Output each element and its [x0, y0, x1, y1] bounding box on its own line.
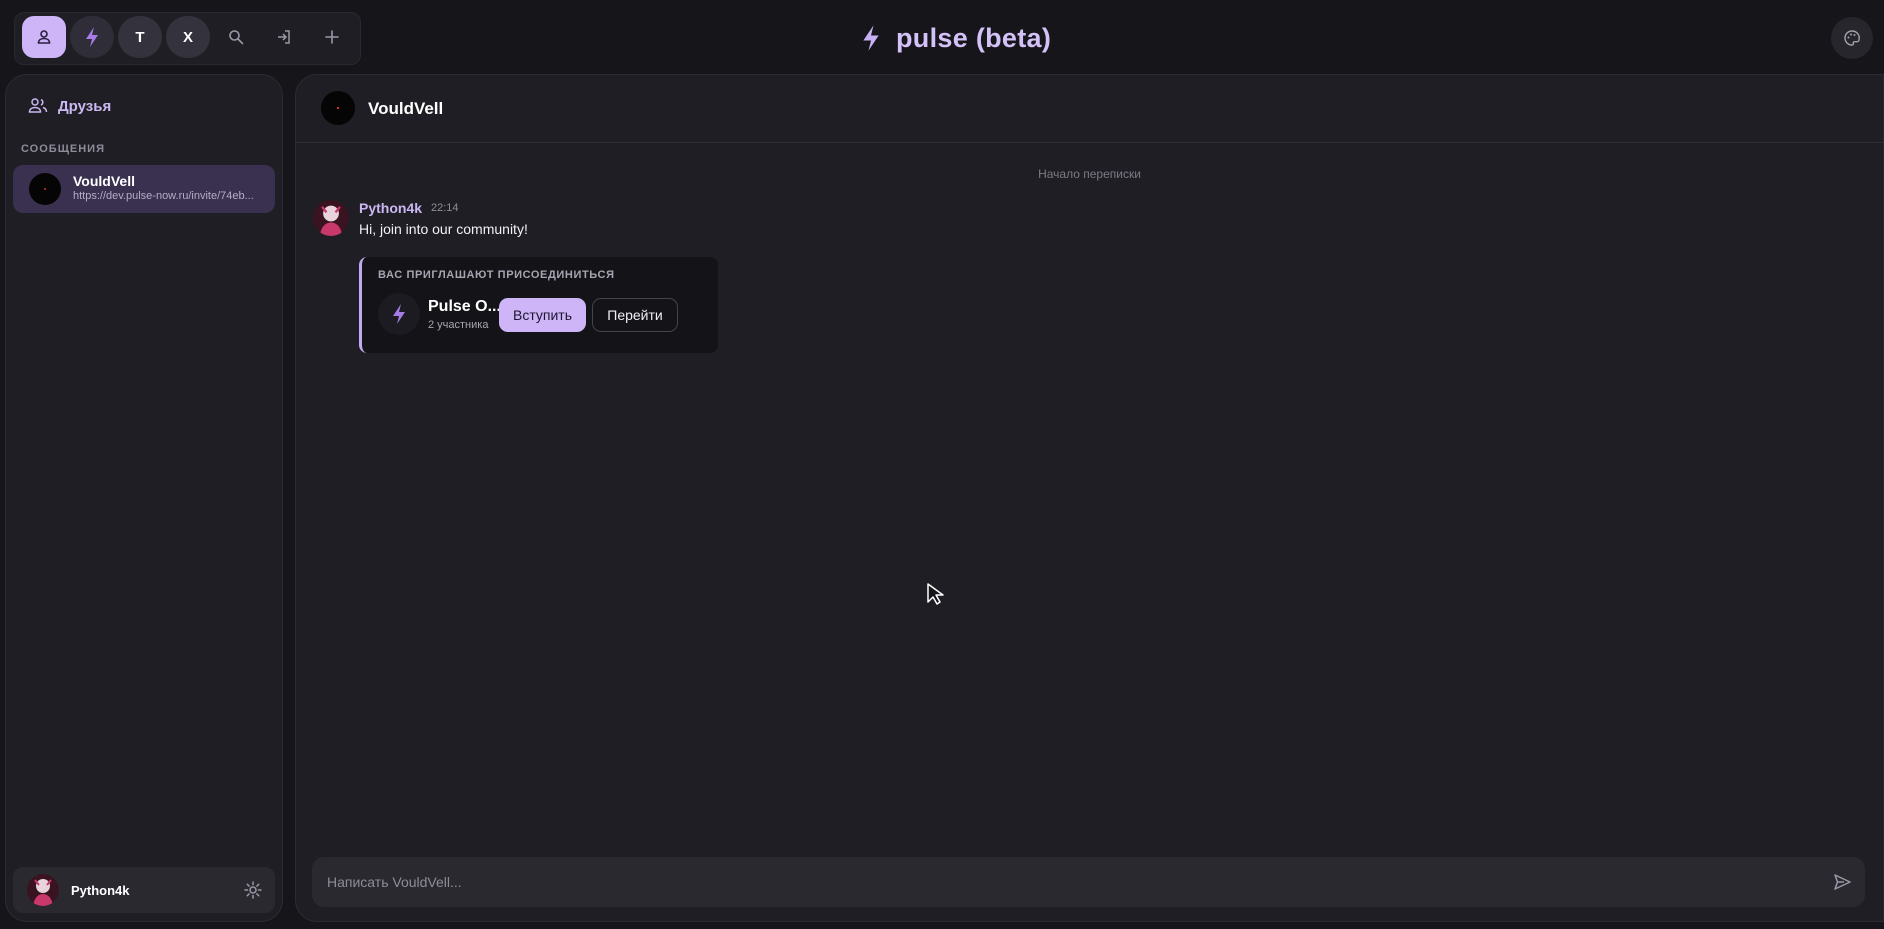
send-icon [1834, 874, 1851, 890]
user-name: Python4k [71, 883, 130, 898]
message-composer [312, 857, 1865, 907]
gear-icon [244, 881, 262, 899]
server-x-button[interactable]: X [166, 16, 210, 58]
avatar [29, 173, 61, 205]
invite-server-name: Pulse O... [428, 298, 501, 315]
search-button[interactable] [214, 16, 258, 58]
send-button[interactable] [1832, 872, 1852, 892]
avatar-image-icon [27, 874, 59, 906]
message-text: Hi, join into our community! [359, 221, 528, 237]
avatar[interactable] [321, 91, 355, 125]
chat-panel: VouldVell Начало переписки Python4k 22:1… [295, 74, 1884, 922]
palette-icon [1844, 30, 1860, 46]
app-title: pulse (beta) [896, 22, 1052, 53]
join-server-button[interactable] [262, 16, 306, 58]
search-icon [229, 30, 244, 45]
theme-button[interactable] [1831, 17, 1873, 59]
goto-button[interactable]: Перейти [592, 298, 678, 332]
user-panel: Python4k [13, 867, 275, 913]
invite-title: ВАС ПРИГЛАШАЮТ ПРИСОЕДИНИТЬСЯ [378, 269, 615, 281]
login-icon [278, 30, 290, 44]
top-bar: T X pulse (beta) [0, 0, 1884, 74]
add-server-button[interactable] [310, 16, 354, 58]
chat-header: VouldVell [296, 75, 1883, 143]
mouse-cursor-icon [926, 582, 946, 606]
friends-button[interactable]: Друзья [28, 97, 111, 115]
bolt-icon [86, 27, 98, 47]
friends-label: Друзья [58, 97, 112, 115]
message-input[interactable] [327, 857, 1807, 907]
bolt-icon [863, 25, 879, 51]
avatar-image-icon [313, 200, 349, 236]
message-author[interactable]: Python4k [359, 200, 422, 216]
bolt-icon [393, 304, 405, 324]
users-icon [28, 98, 48, 113]
chat-title: VouldVell [368, 99, 444, 118]
dm-item-vouldvell[interactable]: VouldVell https://dev.pulse-now.ru/invit… [13, 165, 275, 213]
invite-member-count: 2 участника [428, 319, 489, 331]
conversation-start-label: Начало переписки [1038, 167, 1141, 181]
app-brand: pulse (beta) [860, 18, 1051, 58]
invite-card: ВАС ПРИГЛАШАЮТ ПРИСОЕДИНИТЬСЯ Pulse O...… [359, 257, 718, 353]
invite-server-icon [378, 293, 420, 335]
join-button[interactable]: Вступить [499, 298, 586, 332]
dm-preview: https://dev.pulse-now.ru/invite/74eb... [73, 190, 254, 202]
server-pulse-button[interactable] [70, 16, 114, 58]
sidebar: Друзья СООБЩЕНИЯ VouldVell https://dev.p… [5, 74, 283, 922]
avatar[interactable] [313, 200, 349, 236]
messages-section-label: СООБЩЕНИЯ [21, 143, 105, 155]
server-x-label: X [182, 28, 193, 46]
settings-button[interactable] [243, 880, 263, 900]
home-button[interactable] [22, 16, 66, 58]
server-t-button[interactable]: T [118, 16, 162, 58]
message-timestamp: 22:14 [431, 202, 459, 214]
user-icon [37, 30, 51, 44]
plus-icon [325, 30, 339, 44]
avatar[interactable] [27, 874, 59, 906]
server-t-label: T [135, 28, 145, 46]
dm-name: VouldVell [73, 173, 135, 189]
